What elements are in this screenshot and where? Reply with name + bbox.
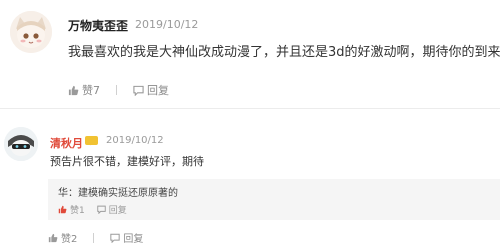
reply-label: 回复 [108,206,127,216]
comment-divider [0,108,500,109]
avatar[interactable] [10,11,52,53]
like-count: 赞7 [82,84,100,97]
reply-label: 回复 [147,84,169,97]
comment-actions: 赞2 回复 [48,230,169,245]
like-count: 赞2 [61,234,78,245]
thumbs-up-icon [58,205,67,214]
reply-button[interactable]: 回复 [133,82,169,98]
comment-icon [133,85,144,96]
divider [93,232,95,243]
like-button[interactable]: 赞2 [48,230,77,245]
divider [116,85,117,95]
comment-date: 2019/10/12 [135,18,199,31]
comment-icon [110,233,121,243]
comment-username[interactable]: 万物夷歪歪 [68,17,128,34]
thumbs-up-icon [48,233,58,242]
comment-content: 我最喜欢的我是大神仙改成动漫了，并且还是3d的好激动啊，期待你的到来 [68,45,500,60]
reply-box: 华：建模确实挺还原原著的 赞1 回复 [48,179,500,220]
comment-icon [97,205,106,214]
reply-button[interactable]: 回复 [97,203,127,216]
comment-content: 预告片很不错，建模好评，期待 [50,155,204,168]
comment-actions: 赞7 回复 [68,82,195,98]
like-button[interactable]: 赞7 [68,82,100,98]
avatar[interactable] [4,127,38,161]
like-button[interactable]: 赞1 [58,203,85,216]
reply-actions: 赞1 回复 [58,203,139,216]
like-count: 赞1 [70,206,85,216]
level-badge [85,136,98,145]
reply-label: 回复 [123,234,144,245]
thumbs-up-icon [68,85,79,95]
reply-button[interactable]: 回复 [110,230,143,245]
reply-content: 华：建模确实挺还原原著的 [58,188,178,199]
comment-date: 2019/10/12 [106,135,164,146]
